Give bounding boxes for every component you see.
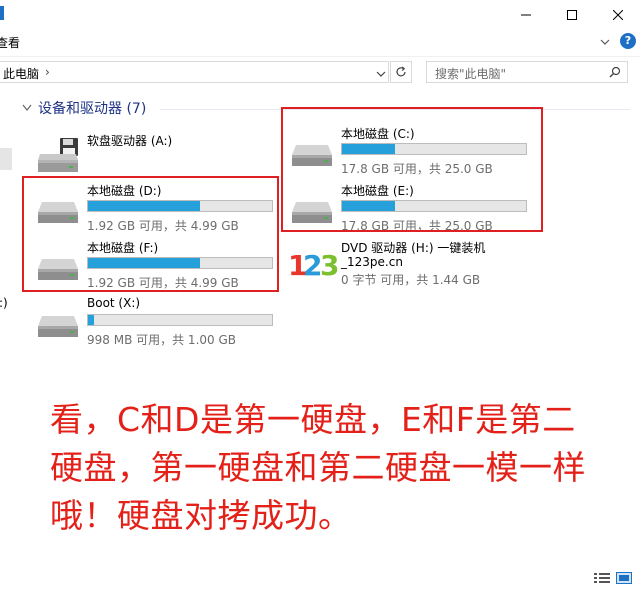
- nav-item-fragment[interactable]: :): [0, 296, 8, 310]
- address-bar[interactable]: 此电脑 ›: [0, 61, 389, 83]
- drive-capacity: 0 字节 可用，共 1.44 GB: [341, 273, 481, 287]
- drive-name: DVD 驱动器 (H:) 一键装机: [341, 241, 486, 255]
- highlight-box-second-disk: [281, 107, 543, 232]
- details-view-icon[interactable]: [594, 572, 610, 584]
- search-placeholder: 搜索"此电脑": [435, 67, 507, 81]
- annotation-text: 看，C和D是第一硬盘，E和F是第二硬盘，第一硬盘和第二硬盘一模一样哦！硬盘对拷成…: [50, 400, 586, 535]
- drive-name: Boot (X:): [87, 296, 141, 310]
- navigation-pane: :): [0, 92, 13, 562]
- drive-capacity: 998 MB 可用，共 1.00 GB: [87, 333, 236, 347]
- drive-name: 软盘驱动器 (A:): [87, 134, 173, 148]
- highlight-box-first-disk: [22, 176, 279, 292]
- address-row: 此电脑 › 搜索"此电脑": [0, 58, 640, 88]
- logo-digit-3: 3: [320, 249, 338, 280]
- drive-usage-fill: [88, 315, 94, 325]
- maximize-button[interactable]: [549, 0, 595, 30]
- window-icon: [0, 6, 4, 20]
- floppy-drive-icon: [38, 138, 78, 172]
- ribbon-tab-view[interactable]: 查看: [0, 34, 20, 51]
- refresh-button[interactable]: [390, 61, 412, 83]
- breadcrumb-this-pc[interactable]: 此电脑: [3, 65, 39, 82]
- close-button[interactable]: [595, 0, 640, 30]
- tiles-view-icon[interactable]: [616, 572, 632, 584]
- breadcrumb-separator[interactable]: ›: [45, 65, 50, 79]
- search-icon[interactable]: [609, 66, 621, 78]
- status-bar: [0, 566, 640, 590]
- minimize-button[interactable]: [503, 0, 549, 30]
- maximize-icon: [567, 10, 577, 20]
- drive-tile-x[interactable]: Boot (X:) 998 MB 可用，共 1.00 GB: [36, 296, 286, 348]
- help-button[interactable]: ?: [620, 33, 636, 49]
- ribbon-bar: 查看 ?: [0, 30, 640, 57]
- refresh-icon: [396, 66, 406, 77]
- dvd-123-logo-icon: 1 2 3: [288, 249, 338, 280]
- drive-usage-bar: [87, 314, 273, 326]
- chevron-down-icon[interactable]: [598, 35, 612, 49]
- title-bar: [0, 0, 640, 30]
- drive-volume-label: _123pe.cn: [341, 255, 403, 269]
- search-input[interactable]: 搜索"此电脑": [426, 61, 628, 83]
- chevron-down-icon[interactable]: [376, 70, 386, 78]
- hard-drive-icon: [38, 316, 78, 337]
- minimize-icon: [521, 14, 531, 16]
- close-icon: [613, 10, 623, 20]
- group-label: 设备和驱动器 (7): [38, 101, 147, 117]
- nav-selected-item[interactable]: [0, 148, 12, 170]
- group-header-devices[interactable]: 设备和驱动器 (7): [22, 98, 146, 118]
- chevron-down-icon[interactable]: [22, 104, 32, 112]
